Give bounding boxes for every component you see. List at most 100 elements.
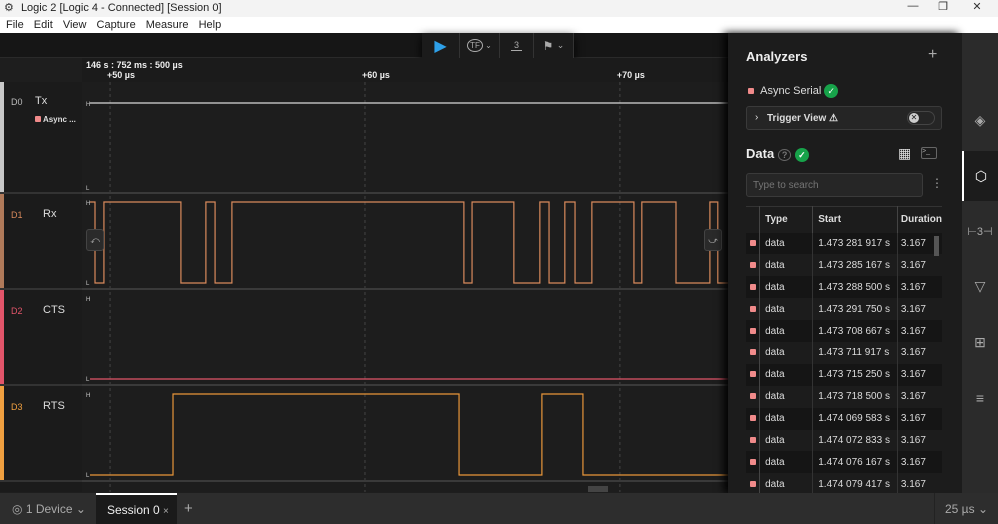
menu-view[interactable]: View [63,19,87,31]
waveform-d1 [90,201,728,284]
menu-file[interactable]: File [6,19,24,31]
table-row[interactable]: data 1.474 076 167 s 3.167 [746,451,942,474]
channel-color-strip [0,290,4,384]
cell-type: data [765,369,785,381]
notes-icon[interactable]: ≡ [962,373,998,423]
column-header-type[interactable]: Type [759,206,814,233]
table-row[interactable]: data 1.474 069 583 s 3.167 [746,407,942,430]
device-selector[interactable]: ◎ 1 Device ⌄ [12,502,86,516]
trigger-settings-button[interactable]: TF ⌄ [460,33,500,58]
row-color-icon [749,349,756,356]
cell-duration: 3.167 [896,341,942,364]
analyzer-color-icon [35,116,41,122]
table-row[interactable]: data 1.473 718 500 s 3.167 [746,385,942,408]
menu-capture[interactable]: Capture [97,19,136,31]
table-row[interactable]: data 1.473 281 917 s 3.167 [746,232,942,255]
data-title-text: Data [746,146,775,161]
channel-name[interactable]: Rx [43,208,56,220]
menu-measure[interactable]: Measure [146,19,189,31]
low-level-marker: L [86,377,90,383]
timing-marker-icon[interactable]: ▽ [962,261,998,311]
measurements-icon[interactable]: ⊢3⊣ [962,206,998,256]
time-ruler: 146 s : 752 ms : 500 µs +50 µs +60 µs +70 … [82,58,728,82]
app-logo-icon: ⚙ [4,2,14,14]
close-tab-button[interactable]: × [163,506,169,517]
high-level-marker: H [86,201,90,207]
data-table-container[interactable]: Type Start Duration data 1.473 281 917 s… [746,206,942,493]
menu-edit[interactable]: Edit [34,19,53,31]
check-icon: ✓ [824,84,839,98]
cell-start: 1.473 281 917 s [812,232,898,255]
device-settings-icon[interactable]: ◈ [962,95,998,145]
table-row[interactable]: data 1.473 285 167 s 3.167 [746,254,942,277]
row-color-icon [749,371,756,378]
column-header-duration[interactable]: Duration [897,207,942,233]
cell-type: data [765,237,785,249]
analyzer-name: Async Serial [760,84,822,97]
tab-session-0[interactable]: Session 0 × [96,493,177,524]
channel-id: D1 [11,210,23,220]
cell-duration: 3.167 [896,429,942,452]
table-row[interactable]: data 1.473 708 667 s 3.167 [746,320,942,342]
high-level-marker: H [86,393,90,399]
device-icon: ◎ [12,502,23,516]
more-options-icon[interactable]: ⋮ [931,176,943,190]
help-icon[interactable]: ? [777,149,792,161]
table-row[interactable]: data 1.473 715 250 s 3.167 [746,363,942,386]
horizontal-scrollbar[interactable] [588,486,608,492]
channel-name[interactable]: Tx [35,95,47,107]
cell-start: 1.473 718 500 s [812,385,898,408]
minimize-button[interactable]: — [898,0,928,17]
channel-row-d1[interactable]: D1 Rx [0,194,82,290]
ruler-origin: 146 s : 752 ms : 500 µs [86,60,183,70]
cell-duration: 3.167 [896,298,942,321]
terminal-view-icon[interactable]: >_ [921,147,937,159]
data-table: Type Start Duration data 1.473 281 917 s… [746,206,942,493]
cell-type: data [765,434,785,446]
table-row[interactable]: data 1.474 072 833 s 3.167 [746,429,942,452]
channel-row-d3[interactable]: D3 RTS [0,386,82,482]
cell-duration: 3.167 [896,473,942,493]
channel-name[interactable]: RTS [43,400,65,412]
ruler-tick-label: +70 µs [616,70,645,80]
cell-type: data [765,259,785,271]
channel-id: D2 [11,306,23,316]
trigger-view-panel[interactable]: › Trigger View ⚠ ✕ [746,106,942,130]
table-row[interactable]: data 1.473 288 500 s 3.167 [746,276,942,299]
cell-duration: 3.167 [896,451,942,474]
channel-row-d0[interactable]: D0 Tx Async ... [0,82,82,194]
data-search-input[interactable] [746,173,923,197]
right-sidebar: ◈ ⬡ ⊢3⊣ ▽ ⊞ ≡ [962,33,998,493]
menu-help[interactable]: Help [199,19,222,31]
channel-name[interactable]: CTS [43,304,65,316]
analyzers-title: Analyzers [746,49,808,64]
next-edge-button[interactable]: ⤻ [704,229,722,251]
prev-edge-button[interactable]: ⤺ [86,229,104,251]
close-icon: ✕ [909,113,919,123]
window-title: Logic 2 [Logic 4 - Connected] [Session 0… [20,2,222,14]
maximize-button[interactable]: ❐ [928,0,958,17]
column-header-start[interactable]: Start [812,206,898,233]
markers-button[interactable]: ⚑ ⌄ [534,33,574,58]
table-row[interactable]: data 1.473 291 750 s 3.167 [746,298,942,321]
channel-color-strip [0,194,4,288]
row-color-icon [749,393,756,400]
close-window-button[interactable]: ✕ [962,0,992,17]
extensions-icon[interactable]: ⊞ [962,317,998,367]
measure-button[interactable]: 3 [500,33,534,58]
channel-row-d2[interactable]: D2 CTS [0,290,82,386]
start-capture-button[interactable]: ▶ [422,33,460,58]
timescale-selector[interactable]: 25 µs ⌄ [934,493,998,524]
trigger-view-toggle[interactable]: ✕ [907,111,935,125]
table-row[interactable]: data 1.474 079 417 s 3.167 [746,473,942,493]
add-analyzer-button[interactable]: + [928,46,937,64]
cell-start: 1.473 291 750 s [812,298,898,321]
table-row[interactable]: data 1.473 711 917 s 3.167 [746,341,942,364]
analyzer-item-async-serial[interactable]: Async Serial ✓ [748,84,839,98]
table-view-icon[interactable]: ▦ [898,145,911,162]
vertical-scrollbar[interactable] [934,236,939,256]
add-session-button[interactable]: + [184,500,193,517]
analyzers-icon[interactable]: ⬡ [962,151,998,201]
row-color-icon [749,239,756,246]
waveform-canvas[interactable]: H L H L H L H L [82,82,728,492]
